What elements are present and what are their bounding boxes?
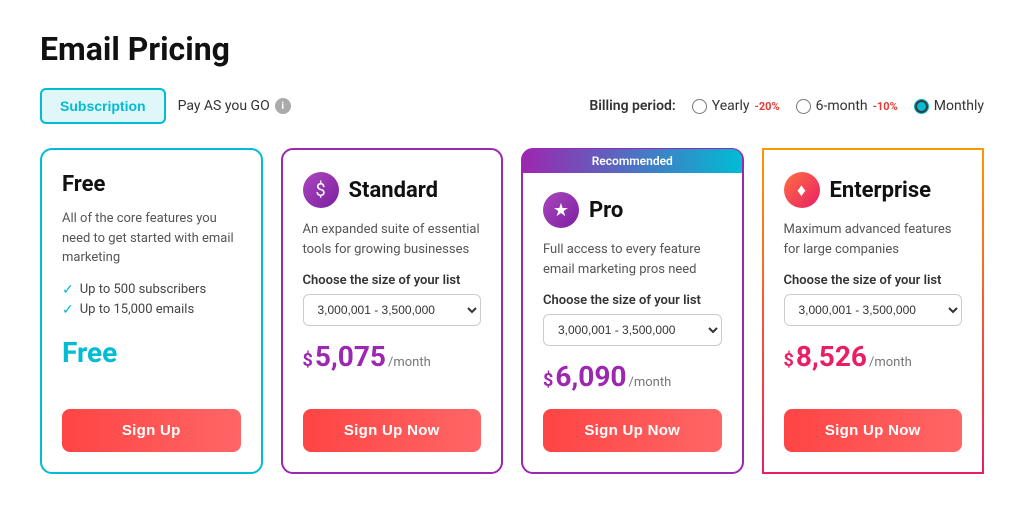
card-enterprise-title: Enterprise — [830, 178, 932, 203]
standard-list-select[interactable]: 3,000,001 - 3,500,000 — [303, 294, 482, 326]
pro-list-label: Choose the size of your list — [543, 293, 722, 308]
billing-yearly-label: Yearly — [712, 98, 750, 114]
card-pro-title: Pro — [589, 198, 623, 223]
billing-period-group: Billing period: Yearly -20% 6-month -10%… — [589, 98, 984, 114]
card-pro-header: ★ Pro — [543, 192, 722, 228]
billing-6month-discount: -10% — [873, 100, 898, 113]
standard-price-block: $ 5,075 /month — [303, 340, 482, 373]
enterprise-signup-button[interactable]: Sign Up Now — [784, 409, 963, 452]
enterprise-list-select[interactable]: 3,000,001 - 3,500,000 — [784, 294, 963, 326]
pro-price-period: /month — [628, 375, 671, 390]
card-standard: $ Standard An expanded suite of essentia… — [281, 148, 504, 474]
standard-price-period: /month — [388, 355, 431, 370]
feature-text: Up to 500 subscribers — [80, 282, 206, 297]
card-enterprise: ♦ Enterprise Maximum advanced features f… — [762, 148, 985, 474]
page-container: Email Pricing Subscription Pay AS you GO… — [0, 0, 1024, 523]
billing-option-6month[interactable]: 6-month -10% — [796, 98, 898, 114]
card-free-header: Free — [62, 172, 241, 197]
subscription-tab[interactable]: Subscription — [40, 88, 166, 124]
info-icon: i — [275, 98, 291, 114]
card-free-title: Free — [62, 172, 105, 197]
check-icon: ✓ — [62, 302, 74, 318]
card-pro: Recommended ★ Pro Full access to every f… — [521, 148, 744, 474]
billing-yearly-discount: -20% — [755, 100, 780, 113]
billing-option-yearly[interactable]: Yearly -20% — [692, 98, 780, 114]
billing-monthly-label: Monthly — [934, 98, 984, 114]
check-icon: ✓ — [62, 282, 74, 298]
card-enterprise-header: ♦ Enterprise — [784, 172, 963, 208]
card-free-features: ✓ Up to 500 subscribers ✓ Up to 15,000 e… — [62, 282, 241, 322]
standard-signup-button[interactable]: Sign Up Now — [303, 409, 482, 452]
feature-item: ✓ Up to 15,000 emails — [62, 302, 241, 318]
billing-radio-yearly[interactable] — [692, 99, 707, 114]
card-standard-header: $ Standard — [303, 172, 482, 208]
enterprise-list-label: Choose the size of your list — [784, 273, 963, 288]
enterprise-price-period: /month — [869, 355, 912, 370]
enterprise-icon: ♦ — [784, 172, 820, 208]
pro-icon: ★ — [543, 192, 579, 228]
page-title: Email Pricing — [40, 30, 984, 68]
billing-label: Billing period: — [589, 98, 675, 114]
pro-price-number: 6,090 — [555, 360, 626, 393]
card-standard-description: An expanded suite of essential tools for… — [303, 220, 482, 259]
subscription-toggle: Subscription Pay AS you GO i — [40, 88, 291, 124]
billing-radio-6month[interactable] — [796, 99, 811, 114]
card-pro-description: Full access to every feature email marke… — [543, 240, 722, 279]
card-free-description: All of the core features you need to get… — [62, 209, 241, 268]
billing-option-monthly[interactable]: Monthly — [914, 98, 984, 114]
enterprise-price-amount: $ 8,526 /month — [784, 340, 963, 373]
cards-container: Free All of the core features you need t… — [40, 148, 984, 474]
standard-list-label: Choose the size of your list — [303, 273, 482, 288]
standard-currency: $ — [303, 350, 313, 371]
free-price-label: Free — [62, 336, 117, 369]
top-controls: Subscription Pay AS you GO i Billing per… — [40, 88, 984, 124]
pro-signup-button[interactable]: Sign Up Now — [543, 409, 722, 452]
pay-as-go-tab[interactable]: Pay AS you GO i — [178, 98, 291, 114]
standard-price-amount: $ 5,075 /month — [303, 340, 482, 373]
standard-price-number: 5,075 — [315, 340, 386, 373]
card-standard-title: Standard — [349, 178, 439, 203]
free-price-block: Free — [62, 336, 241, 369]
billing-6month-label: 6-month — [816, 98, 868, 114]
enterprise-price-block: $ 8,526 /month — [784, 340, 963, 373]
pro-price-block: $ 6,090 /month — [543, 360, 722, 393]
card-enterprise-description: Maximum advanced features for large comp… — [784, 220, 963, 259]
pro-list-select[interactable]: 3,000,001 - 3,500,000 — [543, 314, 722, 346]
enterprise-currency: $ — [784, 350, 794, 371]
feature-text: Up to 15,000 emails — [80, 302, 194, 317]
feature-item: ✓ Up to 500 subscribers — [62, 282, 241, 298]
enterprise-price-number: 8,526 — [796, 340, 867, 373]
standard-icon: $ — [303, 172, 339, 208]
pro-price-amount: $ 6,090 /month — [543, 360, 722, 393]
pro-currency: $ — [543, 370, 553, 391]
recommended-badge: Recommended — [523, 149, 742, 173]
billing-radio-monthly[interactable] — [914, 99, 929, 114]
free-signup-button[interactable]: Sign Up — [62, 409, 241, 452]
card-free: Free All of the core features you need t… — [40, 148, 263, 474]
